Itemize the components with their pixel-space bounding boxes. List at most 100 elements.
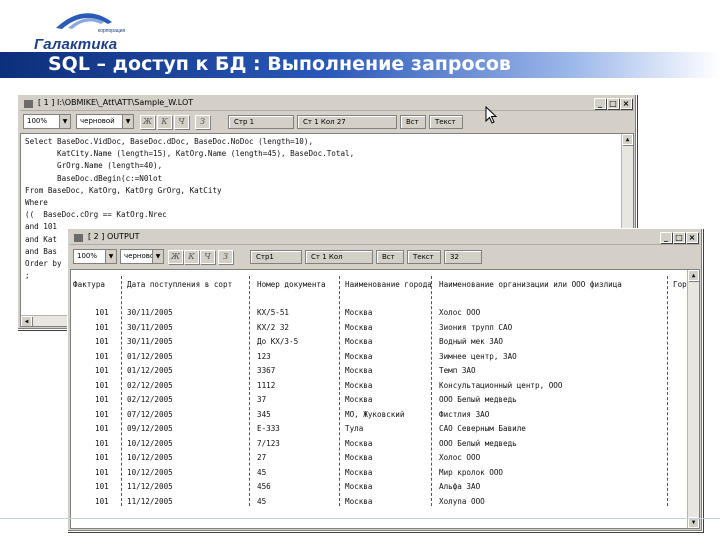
table-cell: 27 <box>257 453 267 462</box>
table-cell: Холупа ООО <box>439 496 485 506</box>
chevron-down-icon[interactable]: ▼ <box>122 115 133 128</box>
table-cell: Москва <box>345 351 373 361</box>
text-mode-field: Текст <box>407 250 441 264</box>
column-header: Фактура <box>73 280 106 289</box>
italic-button[interactable]: К <box>184 250 199 264</box>
window-titlebar[interactable]: [ 1 ] I:\OBMIKE\_Att\ATT\Sample_W.LOT _ … <box>20 97 634 111</box>
table-cell: САО Северным Бавиле <box>439 424 526 433</box>
table-cell: Водный мек ЗАО <box>439 337 504 346</box>
close-button[interactable]: × <box>686 232 698 243</box>
table-cell: 101 <box>95 453 109 462</box>
table-cell: Холос ООО <box>439 453 481 462</box>
table-cell: 30/11/2005 <box>127 322 173 332</box>
output-report[interactable]: Фактура Дата поступления в сорт Номер доку… <box>70 269 700 529</box>
table-row: 101 30/11/2005 КХ/5-51 Москва Холос ООО <box>71 308 671 320</box>
table-row: 101 09/12/2005 Е-333 Тула САО Северным Бавил… <box>71 424 671 436</box>
table-cell: Зимнее центр, ЗАО <box>439 351 517 361</box>
vertical-scrollbar[interactable]: ▲ ▼ <box>687 270 699 528</box>
chevron-down-icon[interactable]: ▼ <box>59 115 70 128</box>
minimize-button[interactable]: _ <box>660 232 672 243</box>
table-cell: 10/12/2005 <box>127 453 173 462</box>
cursor-position-field: Ст 1 Кол 27 <box>297 115 397 129</box>
sql-line[interactable]: Where <box>25 197 48 208</box>
page-field: Стр 1 <box>228 115 294 129</box>
print-mode-select[interactable]: черновой ▼ <box>76 114 134 129</box>
strike-button[interactable]: З <box>195 115 210 129</box>
sql-line[interactable]: and 101 <box>25 221 57 232</box>
table-cell: 101 <box>95 409 109 419</box>
zoom-select[interactable]: 100% ▼ <box>23 114 71 129</box>
table-cell: 101 <box>95 337 109 346</box>
table-cell: 30/11/2005 <box>127 337 173 346</box>
table-cell: Зиония трупп САО <box>439 322 513 332</box>
scroll-left-icon[interactable]: ◀ <box>21 316 32 326</box>
table-cell: Темп ЗАО <box>439 366 476 375</box>
slide-title: SQL – доступ к БД : Выполнение запросов <box>48 53 511 75</box>
sql-line[interactable]: and Kat <box>25 234 57 245</box>
zoom-select[interactable]: 100% ▼ <box>73 249 117 264</box>
table-cell: КХ/2 32 <box>257 322 290 332</box>
sql-line[interactable]: (( BaseDoc.cOrg == KatOrg.Nrec <box>25 209 167 220</box>
sql-line[interactable]: Select BaseDoc.VidDoc, BaseDoc.dDoc, Bas… <box>25 136 313 147</box>
table-cell: 3367 <box>257 366 276 375</box>
strike-button[interactable]: З <box>218 250 233 264</box>
output-window[interactable]: [ 2 ] OUTPUT _ □ × 100% ▼ черновой ▼ Ж К… <box>67 228 703 532</box>
chevron-down-icon[interactable]: ▼ <box>152 250 163 263</box>
table-cell: 101 <box>95 467 109 477</box>
table-row: 101 07/12/2005 345 МО, Жуковский Фистлия ЗАО <box>71 410 671 422</box>
sql-line[interactable]: GrOrg.Name (length=40), <box>25 160 162 171</box>
sql-line[interactable]: Order by <box>25 258 62 269</box>
underline-button[interactable]: Ч <box>200 250 215 264</box>
table-cell: 123 <box>257 351 271 361</box>
table-cell: 456 <box>257 482 271 491</box>
maximize-button[interactable]: □ <box>673 232 685 243</box>
table-cell: Москва <box>345 482 373 491</box>
minimize-button[interactable]: _ <box>594 98 606 109</box>
scroll-up-icon[interactable]: ▲ <box>688 270 699 281</box>
close-button[interactable]: × <box>620 98 632 109</box>
column-header: Номер документа <box>257 280 326 289</box>
table-cell: 30/11/2005 <box>127 308 173 317</box>
table-cell: Москва <box>345 366 373 375</box>
sql-line[interactable]: KatCity.Name (length=15), KatOrg.Name (l… <box>25 148 354 159</box>
table-cell: 101 <box>95 395 109 404</box>
galaktika-logo: корпорация Галактика <box>16 8 146 53</box>
table-cell: Москва <box>345 308 373 317</box>
italic-button[interactable]: К <box>157 115 172 129</box>
logo-subtitle: корпорация <box>98 28 126 34</box>
table-cell: ООО Белый медведь <box>439 438 517 448</box>
underline-button[interactable]: Ч <box>174 115 189 129</box>
table-cell: 11/12/2005 <box>127 482 173 491</box>
editor-toolbar: 100% ▼ черновой ▼ Ж К Ч З Стр1 Ст 1 Кол … <box>70 247 700 267</box>
maximize-button[interactable]: □ <box>607 98 619 109</box>
table-row: 101 10/12/2005 45 Москва Мир кролок ООО <box>71 468 671 480</box>
table-cell: 1112 <box>257 380 276 390</box>
table-cell: Москва <box>345 453 373 462</box>
table-cell: 101 <box>95 351 109 361</box>
table-cell: Фистлия ЗАО <box>439 409 490 419</box>
table-row: 101 02/12/2005 37 Москва ООО Белый медведь <box>71 395 671 407</box>
column-header: Наименование организации или ООО физлица <box>439 280 622 289</box>
scroll-up-icon[interactable]: ▲ <box>622 134 633 145</box>
window-titlebar[interactable]: [ 2 ] OUTPUT _ □ × <box>70 231 700 245</box>
slide-title-band: SQL – доступ к БД : Выполнение запросов <box>0 52 720 78</box>
print-mode-select[interactable]: черновой ▼ <box>120 249 164 264</box>
table-cell: 01/12/2005 <box>127 351 173 361</box>
table-cell: Консультационный центр, ООО <box>439 380 563 390</box>
sql-line[interactable]: BaseDoc.dBegin(c:=N0lot <box>25 173 162 184</box>
sql-line[interactable]: From BaseDoc, KatOrg, KatOrg GrOrg, KatC… <box>25 185 222 196</box>
table-cell: 101 <box>95 482 109 491</box>
bold-button[interactable]: Ж <box>140 115 155 129</box>
table-cell: 07/12/2005 <box>127 409 173 419</box>
table-cell: 101 <box>95 496 109 506</box>
table-cell: 02/12/2005 <box>127 380 173 390</box>
window-system-icon[interactable] <box>24 100 33 108</box>
insert-mode-field: Вст <box>400 115 426 129</box>
window-system-icon[interactable] <box>74 234 83 242</box>
sql-line[interactable]: ; <box>25 270 30 281</box>
sql-line[interactable]: and Bas <box>25 246 57 257</box>
bold-button[interactable]: Ж <box>168 250 183 264</box>
table-cell: Москва <box>345 438 373 448</box>
chevron-down-icon[interactable]: ▼ <box>105 250 116 263</box>
table-row: 101 11/12/2005 45 Москва Холупа ООО <box>71 497 671 509</box>
